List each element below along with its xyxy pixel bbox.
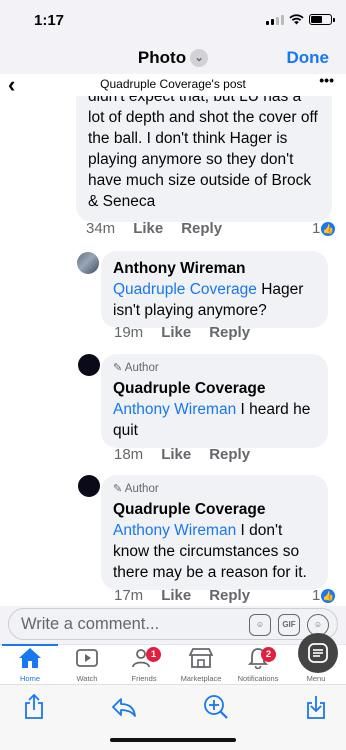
like-reaction-icon: 👍 (321, 589, 336, 603)
done-button[interactable]: Done (287, 48, 330, 68)
comment-time: 17m (114, 587, 144, 604)
status-time: 1:17 (34, 12, 65, 29)
author-badge-label: Author (124, 362, 159, 374)
reaction-count-value: 1 (312, 220, 321, 237)
like-reaction-icon: 👍 (321, 222, 336, 236)
avatar[interactable] (77, 252, 99, 274)
comment-input[interactable]: Write a comment... (21, 615, 159, 634)
mention-link[interactable]: Quadruple Coverage (113, 281, 257, 298)
zoom-in-icon[interactable] (202, 693, 230, 721)
comment-author[interactable]: Quadruple Coverage (113, 378, 316, 399)
tab-bar: Home Watch 1 Friends Marketplace 2 Notif… (0, 633, 346, 684)
status-bar: 1:17 (0, 0, 346, 42)
comment-time: 18m (114, 446, 144, 463)
bell-icon: 2 (228, 645, 288, 671)
comment-text: didn't expect that, but LU has a lot of … (88, 96, 318, 210)
comments-feed[interactable]: didn't expect that, but LU has a lot of … (0, 96, 346, 606)
battery-icon (309, 14, 335, 25)
pencil-icon: ✎ (113, 362, 123, 374)
tab-marketplace[interactable]: Marketplace (171, 645, 231, 683)
comment-meta: 34m Like Reply (86, 220, 240, 237)
home-icon (0, 645, 60, 671)
gif-button[interactable]: GIF (278, 614, 300, 636)
comment-meta: 18m Like Reply (114, 446, 268, 463)
tab-label: Menu (306, 674, 326, 683)
tab-label: Home (19, 674, 40, 683)
photo-title-label: Photo (137, 48, 187, 67)
tab-label: Marketplace (180, 674, 222, 683)
comment-bubble: Anthony Wireman Quadruple Coverage Hager… (101, 251, 328, 328)
mention-link[interactable]: Anthony Wireman (113, 401, 236, 418)
sticker-icon[interactable]: ☺ (249, 614, 271, 636)
more-options-icon[interactable]: ••• (319, 72, 334, 88)
mention-link[interactable]: Anthony Wireman (113, 522, 236, 539)
photo-nav-bar: Photo ⌄ Done (0, 42, 346, 74)
comment-time: 34m (86, 220, 116, 237)
share-icon[interactable] (20, 693, 48, 721)
reaction-count-value: 1 (312, 587, 321, 604)
post-header: ‹ Quadruple Coverage's post ••• (0, 72, 346, 97)
comment-meta: 17m Like Reply (114, 587, 268, 604)
wifi-icon (289, 14, 304, 25)
comment-bubble: didn't expect that, but LU has a lot of … (76, 96, 332, 222)
friends-badge: 1 (146, 647, 161, 662)
avatar[interactable] (78, 475, 100, 497)
menu-icon (286, 633, 346, 673)
comment-composer[interactable]: Write a comment... ☺ GIF ☺ (8, 608, 338, 640)
author-badge-label: Author (124, 483, 159, 495)
notifications-badge: 2 (261, 647, 276, 662)
author-badge: ✎ Author (113, 361, 316, 376)
comment-author[interactable]: Quadruple Coverage (113, 499, 316, 520)
like-button[interactable]: Like (161, 446, 191, 463)
comment-bubble: ✎ Author Quadruple Coverage Anthony Wire… (101, 354, 328, 448)
post-title: Quadruple Coverage's post (100, 77, 246, 91)
reply-arrow-icon[interactable] (110, 693, 138, 721)
chevron-down-icon: ⌄ (190, 49, 209, 67)
comment-meta: 19m Like Reply (114, 324, 268, 341)
like-button[interactable]: Like (133, 220, 163, 237)
tab-home[interactable]: Home (0, 644, 60, 683)
reply-button[interactable]: Reply (209, 446, 250, 463)
watch-icon (57, 645, 117, 671)
pencil-icon: ✎ (113, 483, 123, 495)
tab-label: Watch (76, 674, 98, 683)
like-button[interactable]: Like (161, 324, 191, 341)
home-indicator (110, 738, 236, 742)
tab-watch[interactable]: Watch (57, 645, 117, 683)
comment-bubble: ✎ Author Quadruple Coverage Anthony Wire… (101, 475, 328, 590)
tab-menu[interactable]: Menu (286, 633, 346, 683)
tab-notifications[interactable]: 2 Notifications (228, 645, 288, 683)
reaction-count[interactable]: 1 👍 (312, 587, 336, 604)
tab-label: Friends (131, 674, 157, 683)
status-icons (266, 14, 335, 25)
avatar[interactable] (78, 354, 100, 376)
friends-icon: 1 (114, 645, 174, 671)
menu-fab (298, 633, 338, 673)
marketplace-icon (171, 645, 231, 671)
tab-friends[interactable]: 1 Friends (114, 645, 174, 683)
reply-button[interactable]: Reply (209, 324, 250, 341)
comment-time: 19m (114, 324, 144, 341)
like-button[interactable]: Like (161, 587, 191, 604)
comment-author[interactable]: Anthony Wireman (113, 258, 316, 279)
author-badge: ✎ Author (113, 482, 316, 497)
tab-label: Notifications (237, 674, 279, 683)
download-icon[interactable] (302, 693, 330, 721)
reaction-count[interactable]: 1 👍 (312, 220, 336, 237)
reply-button[interactable]: Reply (181, 220, 222, 237)
reply-button[interactable]: Reply (209, 587, 250, 604)
signal-icon (266, 14, 284, 25)
